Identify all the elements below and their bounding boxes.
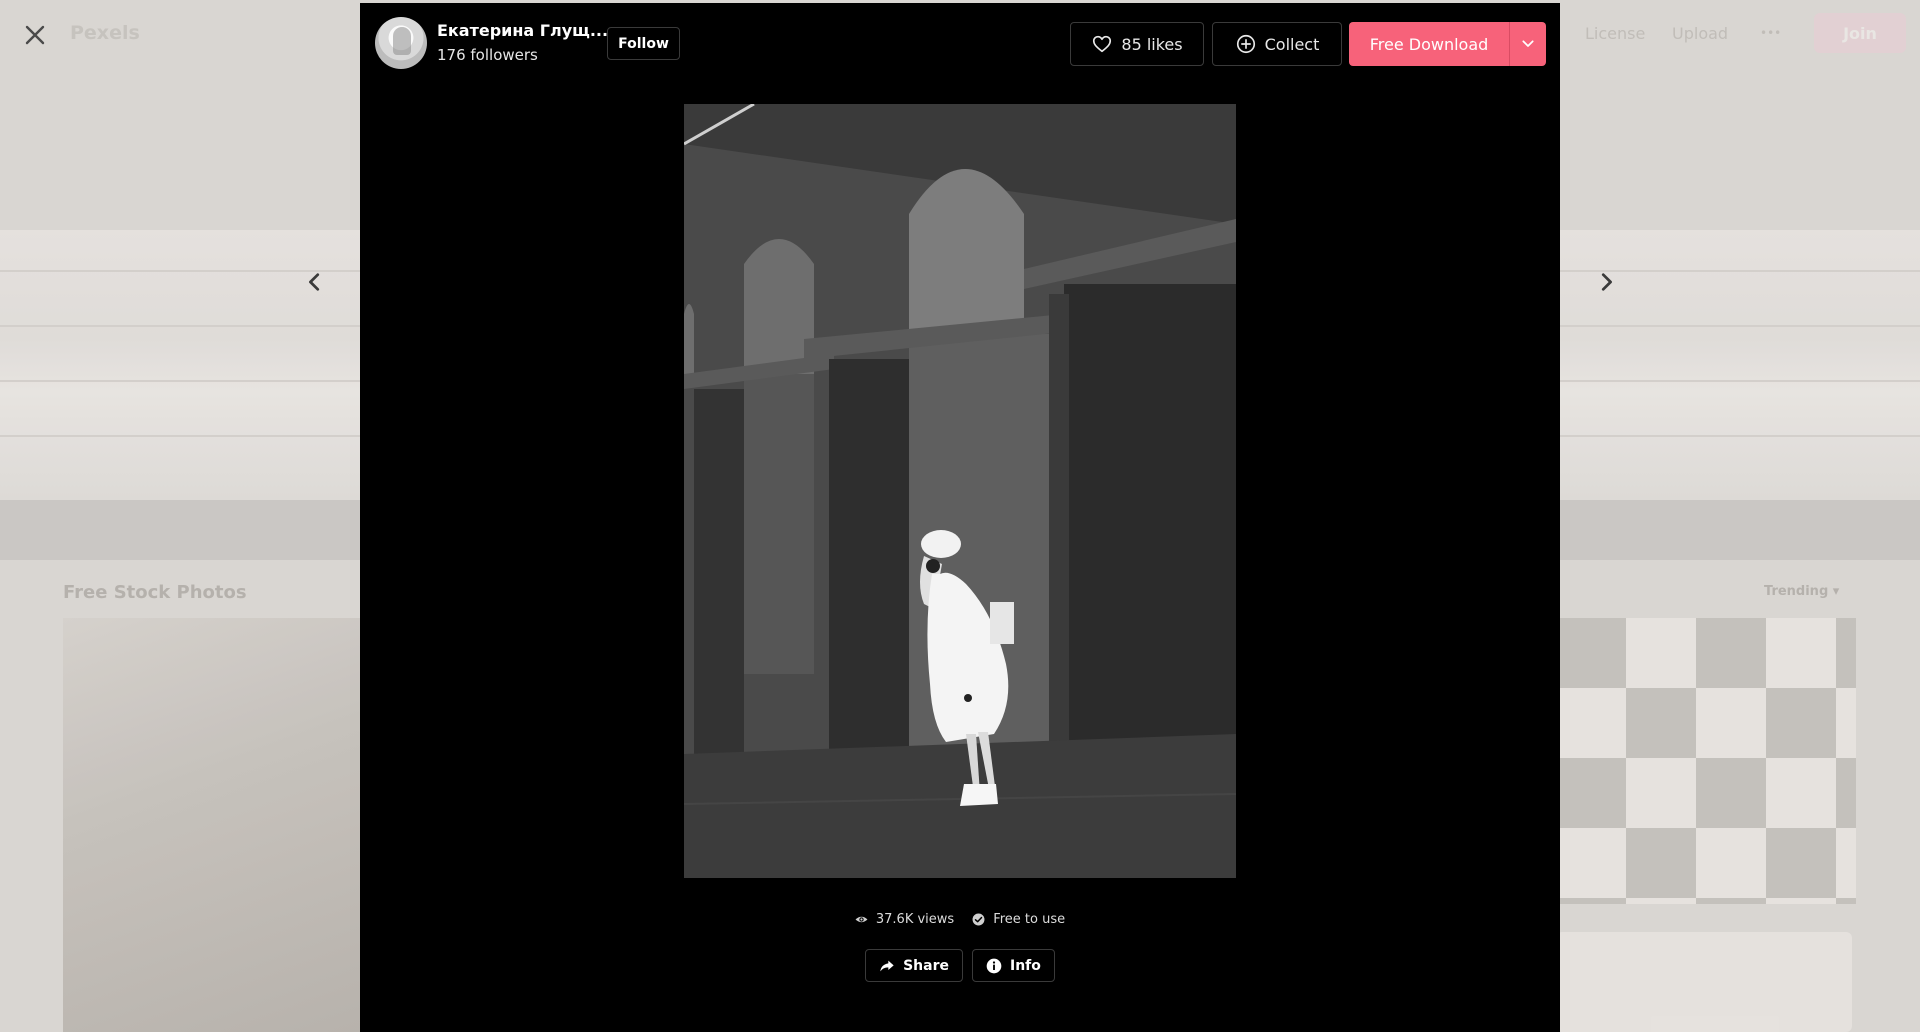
next-photo-button[interactable]: [1586, 262, 1626, 302]
download-options-button[interactable]: [1509, 22, 1546, 66]
share-button[interactable]: Share: [865, 949, 963, 982]
photo-modal: Екатерина Глущ... 176 followers Follow 8…: [360, 3, 1560, 1032]
free-download-button[interactable]: Free Download: [1349, 22, 1509, 66]
share-arrow-icon: [880, 960, 894, 971]
close-icon: [25, 25, 45, 45]
avatar[interactable]: [375, 17, 427, 69]
author-followers: 176 followers: [437, 46, 538, 64]
previous-photo-button[interactable]: [295, 262, 335, 302]
photo-illustration: [684, 104, 1236, 878]
eye-icon: [855, 916, 868, 923]
info-button[interactable]: Info: [972, 949, 1055, 982]
collect-label: Collect: [1264, 34, 1320, 54]
author-name[interactable]: Екатерина Глущ...: [437, 21, 608, 40]
views-count: 37.6K views: [875, 912, 955, 927]
plus-circle-icon: [1236, 34, 1255, 54]
check-circle-icon: [972, 913, 985, 926]
like-button[interactable]: 85 likes: [1070, 22, 1204, 66]
license-stat[interactable]: Free to use: [972, 912, 1065, 927]
chevron-right-icon: [1601, 273, 1612, 291]
close-button[interactable]: [14, 14, 56, 56]
chevron-down-icon: [1522, 40, 1534, 47]
modal-header: Екатерина Глущ... 176 followers Follow 8…: [360, 3, 1560, 87]
follow-button[interactable]: Follow: [607, 27, 680, 60]
share-label: Share: [903, 957, 949, 974]
info-label: Info: [1010, 957, 1041, 974]
chevron-left-icon: [309, 273, 320, 291]
collect-button[interactable]: Collect: [1212, 22, 1342, 66]
heart-icon: [1093, 35, 1112, 53]
likes-count: 85 likes: [1121, 34, 1183, 54]
info-icon: [986, 958, 1002, 973]
photo-stats: 37.6K views Free to use: [360, 912, 1560, 927]
views-stat: 37.6K views: [855, 912, 954, 927]
license-label: Free to use: [993, 912, 1066, 927]
main-photo[interactable]: [684, 104, 1236, 878]
photo-actions: Share Info: [360, 949, 1560, 982]
